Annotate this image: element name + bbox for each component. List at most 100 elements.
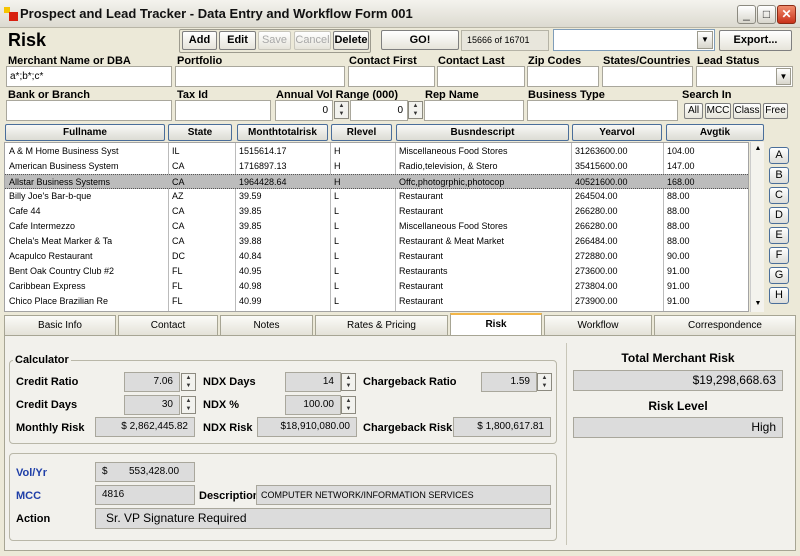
save-button[interactable]: Save [258,31,291,50]
alpha-filter-f[interactable]: F [769,247,789,264]
merchant-input[interactable]: a*;b*;c* [6,66,172,87]
table-row[interactable]: Chico Place Brazilian Re FL 40.99 L Restaura… [5,294,748,309]
results-grid[interactable]: A & M Home Business Syst IL 1515614.17 H Mis… [4,142,749,312]
contact-last-input[interactable] [437,66,525,87]
scroll-up-icon[interactable]: ▲ [752,143,764,155]
portfolio-input[interactable] [175,66,345,87]
ndx-pct-spinner[interactable]: ▲ ▼ [341,396,356,414]
alpha-filter-e[interactable]: E [769,227,789,244]
search-in-class-button[interactable]: Class [733,103,761,119]
credit-days-spinner[interactable]: ▲ ▼ [181,396,196,414]
table-cell: L [334,296,340,306]
table-row[interactable]: Cafe 44 CA 39.85 L Restaurant 266280.00 88.00 [5,204,748,219]
ndx-pct-label: NDX % [203,399,240,411]
table-cell: FL [172,281,183,291]
vol-to-spinner[interactable]: ▲ ▼ [408,101,423,119]
search-in-free-button[interactable]: Free [763,103,788,119]
contact-first-input[interactable] [348,66,435,87]
states-input[interactable] [602,66,693,87]
search-in-all-button[interactable]: All [684,103,703,119]
table-cell: 264504.00 [575,191,618,201]
close-button[interactable]: ✕ [777,5,796,24]
credit-ratio-spinner[interactable]: ▲ ▼ [181,373,196,391]
tab-contact[interactable]: Contact [118,315,218,336]
scroll-down-icon[interactable]: ▼ [752,298,764,310]
table-cell: 104.00 [667,146,695,156]
table-cell: 40.84 [239,251,262,261]
description-field: COMPUTER NETWORK/INFORMATION SERVICES [256,485,551,505]
rep-input[interactable] [424,100,524,121]
tab-workflow[interactable]: Workflow [544,315,652,336]
col-avgtik[interactable]: Avgtik [666,124,764,141]
table-cell: Caribbean Express [9,281,86,291]
tab-notes[interactable]: Notes [220,315,313,336]
table-row[interactable]: Bent Oak Country Club #2 FL 40.95 L Restaura… [5,264,748,279]
ndx-days-field[interactable]: 14 [285,372,341,392]
col-state[interactable]: State [168,124,232,141]
zip-input[interactable] [527,66,599,87]
credit-ratio-field[interactable]: 7.06 [124,372,180,392]
table-cell: IL [172,146,180,156]
alpha-filter-h[interactable]: H [769,287,789,304]
table-cell: Bent Oak Country Club #2 [9,266,115,276]
table-cell: 147.00 [667,161,695,171]
table-cell: Offc,photogrphic,photocop [399,177,505,187]
table-row[interactable]: A & M Home Business Syst IL 1515614.17 H Mis… [5,144,748,159]
export-button[interactable]: Export... [719,30,792,51]
alpha-filter-a[interactable]: A [769,147,789,164]
credit-days-field[interactable]: 30 [124,395,180,415]
taxid-input[interactable] [175,100,271,121]
table-row[interactable]: American Business System CA 1716897.13 H Rad… [5,159,748,174]
alpha-filter-c[interactable]: C [769,187,789,204]
table-row[interactable]: Acapulco Restaurant DC 40.84 L Restaurant 272… [5,249,748,264]
bank-input[interactable] [6,100,172,121]
table-row[interactable]: Allstar Business Systems CA 1964428.64 H Off… [5,174,748,189]
table-cell: 91.00 [667,296,690,306]
go-button[interactable]: GO! [381,30,459,50]
add-button[interactable]: Add [182,31,217,50]
edit-button[interactable]: Edit [219,31,256,50]
table-cell: L [334,221,340,231]
chevron-down-icon[interactable]: ▼ [697,31,713,49]
chevron-down-icon[interactable]: ▼ [776,68,791,85]
col-busndescript[interactable]: Busndescript [396,124,569,141]
table-row[interactable]: Caribbean Express FL 40.98 L Restaurant 27380… [5,279,748,294]
table-cell: DC [172,251,185,261]
search-in-mcc-button[interactable]: MCC [705,103,731,119]
col-fullname[interactable]: Fullname [5,124,165,141]
tab-risk[interactable]: Risk [450,313,542,336]
table-row[interactable]: Cafe Intermezzo CA 39.85 L Miscellaneous Foo… [5,219,748,234]
alpha-filter-g[interactable]: G [769,267,789,284]
vol-to-input[interactable]: 0 [350,100,408,121]
saved-query-select[interactable]: ▼ [553,29,715,51]
cancel-button[interactable]: Cancel [294,31,331,50]
table-cell: 88.00 [667,191,690,201]
chargeback-ratio-field[interactable]: 1.59 [481,372,537,392]
delete-button[interactable]: Delete [333,31,369,50]
ndx-pct-field[interactable]: 100.00 [285,395,341,415]
col-rlevel[interactable]: Rlevel [331,124,392,141]
maximize-button[interactable]: □ [757,5,776,24]
alpha-filter-b[interactable]: B [769,167,789,184]
tab-correspondence[interactable]: Correspondence [654,315,796,336]
tab-rates-pricing[interactable]: Rates & Pricing [315,315,448,336]
col-monthtotalrisk[interactable]: Monthtotalrisk [237,124,328,141]
grid-scrollbar[interactable]: ▲ ▼ [750,142,764,312]
table-cell: L [334,266,340,276]
chargeback-risk-label: Chargeback Risk [363,422,453,434]
table-row[interactable]: Chela's Meat Marker & Ta CA 39.88 L Restaura… [5,234,748,249]
lead-status-select[interactable]: ▼ [696,66,793,87]
vol-from-input[interactable]: 0 [275,100,333,121]
title-bar: Prospect and Lead Tracker - Data Entry a… [0,0,800,28]
alpha-filter-d[interactable]: D [769,207,789,224]
table-cell: CA [172,161,185,171]
vol-currency: $ [102,466,108,477]
minimize-button[interactable]: _ [737,5,756,24]
ndx-days-spinner[interactable]: ▲ ▼ [341,373,356,391]
vol-from-spinner[interactable]: ▲ ▼ [334,101,349,119]
business-type-input[interactable] [527,100,678,121]
chargeback-ratio-spinner[interactable]: ▲ ▼ [537,373,552,391]
tab-basic-info[interactable]: Basic Info [4,315,116,336]
col-yearvol[interactable]: Yearvol [572,124,662,141]
table-row[interactable]: Billy Joe's Bar-b-que AZ 39.59 L Restaurant 2… [5,189,748,204]
